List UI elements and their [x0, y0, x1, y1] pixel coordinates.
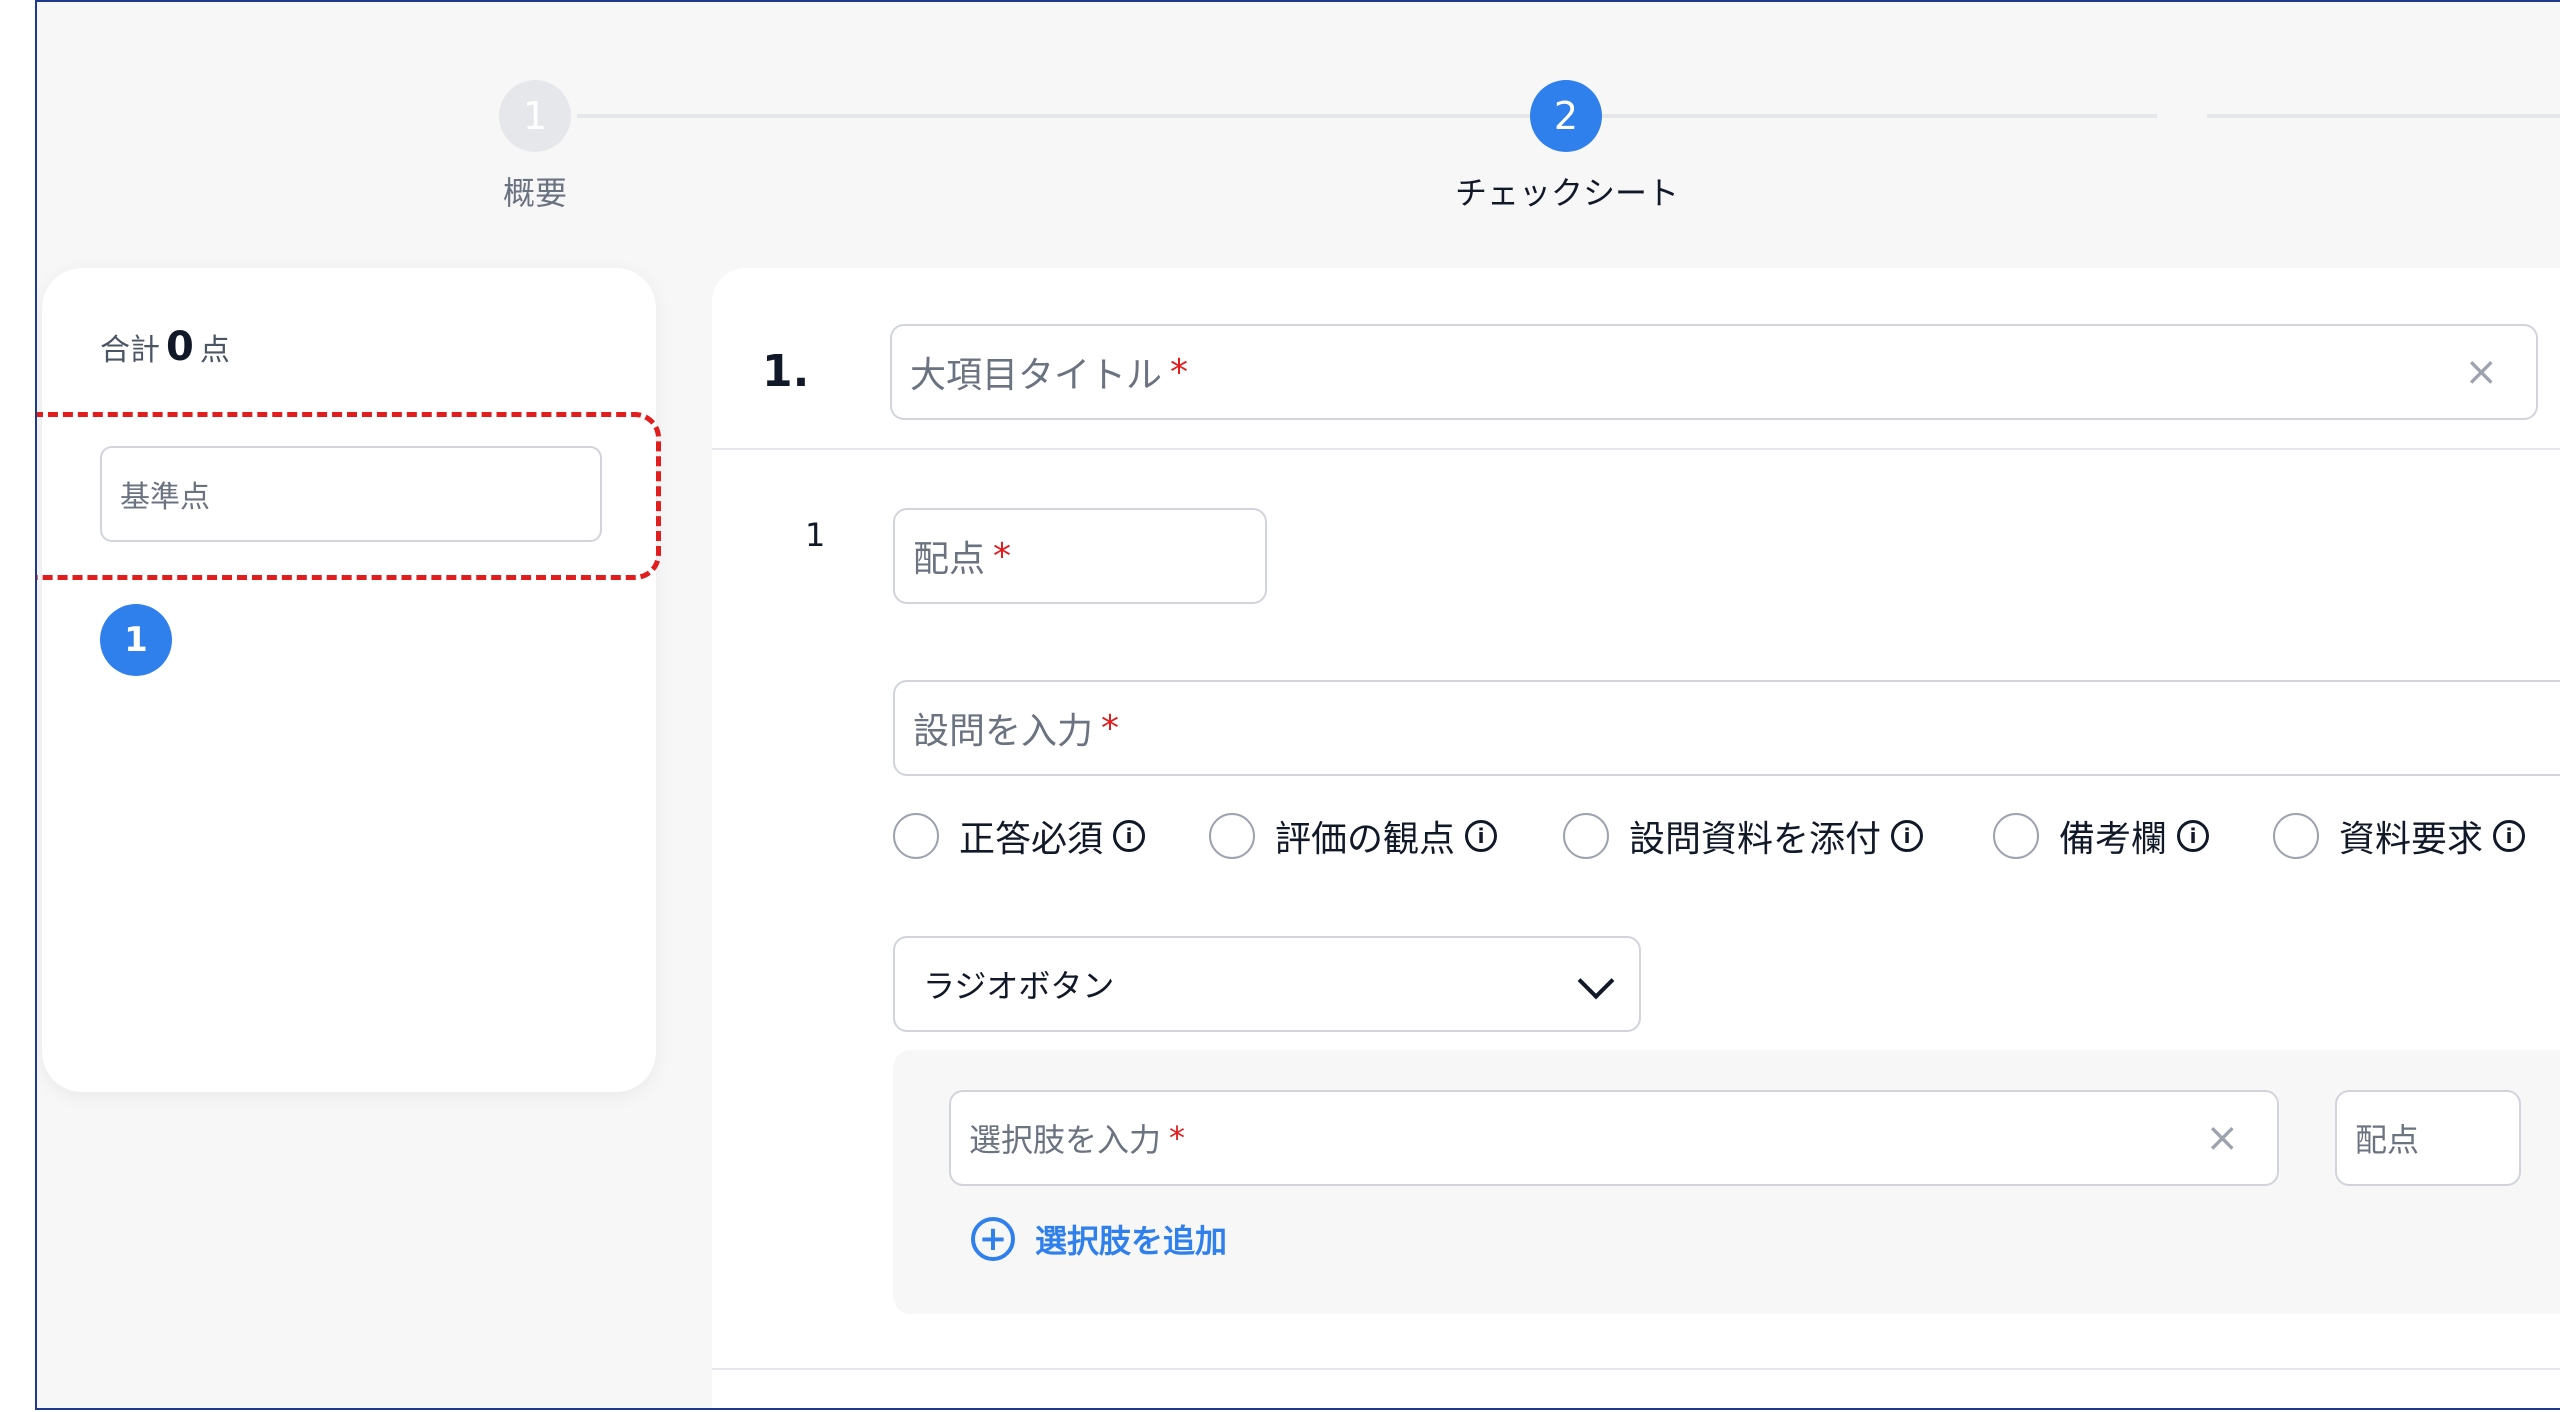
option-label: 備考欄 — [2059, 819, 2168, 860]
option-label: 評価の観点 — [1275, 819, 1456, 860]
required-mark: * — [993, 535, 1012, 577]
base-score-placeholder: 基準点 — [120, 480, 210, 515]
material-request-checkbox[interactable] — [2273, 813, 2319, 859]
clear-icon[interactable]: × — [2464, 349, 2498, 395]
add-choice-label: 選択肢を追加 — [1035, 1222, 1228, 1260]
choice-score-placeholder: 配点 — [2355, 1121, 2420, 1159]
section-title-placeholder: 大項目タイトル — [910, 355, 1163, 396]
choice-placeholder: 選択肢を入力 — [969, 1121, 1162, 1159]
option-label: 正答必須 — [959, 819, 1104, 860]
section-number: 1. — [762, 346, 810, 397]
total-score: 合計 0 点 — [100, 324, 230, 370]
choice-text-input[interactable]: 選択肢を入力 * × — [949, 1090, 2279, 1186]
attach-material-checkbox[interactable] — [1563, 813, 1609, 859]
option-label: 設問資料を添付 — [1629, 819, 1882, 860]
section-nav-badge[interactable]: 1 — [100, 604, 172, 676]
option-material-request[interactable]: 資料要求 i — [2273, 810, 2526, 862]
question-score-input[interactable]: 配点 * — [893, 508, 1267, 604]
option-evaluation-viewpoint[interactable]: 評価の観点 i — [1209, 810, 1498, 862]
clear-icon[interactable]: × — [2205, 1115, 2239, 1161]
base-score-input[interactable]: 基準点 — [100, 446, 602, 542]
info-icon[interactable]: i — [1113, 820, 1146, 852]
app-frame: 1 概要 2 チェックシート 合計 0 点 基準点 1 1. 大項目タイトル *… — [35, 0, 2560, 1410]
score-summary-card: 合計 0 点 基準点 1 — [37, 268, 661, 1092]
question-number: 1 — [805, 516, 826, 554]
section-divider — [712, 448, 2560, 450]
answer-type-value: ラジオボタン — [923, 967, 1115, 1005]
checksheet-editor: 1. 大項目タイトル * × 1 配点 * 設問を入力 * 正答必須 i 評価の… — [712, 268, 2560, 1408]
evaluation-viewpoint-checkbox[interactable] — [1209, 813, 1255, 859]
option-attach-material[interactable]: 設問資料を添付 i — [1563, 810, 1924, 862]
step-2-circle[interactable]: 2 — [1530, 80, 1602, 152]
info-icon[interactable]: i — [1465, 820, 1498, 852]
chevron-down-icon — [1577, 962, 1615, 1000]
add-choice-button[interactable]: + 選択肢を追加 — [971, 1216, 1227, 1262]
info-icon[interactable]: i — [2493, 820, 2526, 852]
option-remarks[interactable]: 備考欄 i — [1993, 810, 2210, 862]
step-2-label: チェックシート — [1454, 174, 1679, 212]
remarks-checkbox[interactable] — [1993, 813, 2039, 859]
total-value: 0 — [166, 324, 194, 370]
info-icon[interactable]: i — [1891, 820, 1924, 852]
stepper-line-next — [2207, 114, 2560, 118]
choices-panel: 選択肢を入力 * × 配点 + 選択肢を追加 — [893, 1050, 2560, 1314]
required-mark: * — [1170, 351, 1189, 393]
step-1-circle[interactable]: 1 — [499, 80, 571, 152]
required-mark: * — [1169, 1119, 1186, 1157]
section-title-input[interactable]: 大項目タイトル * × — [890, 324, 2538, 420]
option-label: 資料要求 — [2339, 819, 2484, 860]
choice-score-input[interactable]: 配点 — [2335, 1090, 2521, 1186]
question-text-input[interactable]: 設問を入力 * — [893, 680, 2560, 776]
answer-type-select[interactable]: ラジオボタン — [893, 936, 1641, 1032]
step-1-label: 概要 — [502, 174, 567, 212]
question-text-placeholder: 設問を入力 — [913, 711, 1094, 752]
stepper-line — [577, 114, 2157, 118]
question-score-placeholder: 配点 — [913, 539, 986, 580]
plus-circle-icon: + — [971, 1217, 1015, 1261]
question-divider — [712, 1368, 2560, 1370]
option-answer-required[interactable]: 正答必須 i — [893, 810, 1146, 862]
info-icon[interactable]: i — [2177, 820, 2210, 852]
total-prefix: 合計 — [100, 333, 160, 368]
answer-required-checkbox[interactable] — [893, 813, 939, 859]
total-suffix: 点 — [199, 333, 230, 368]
required-mark: * — [1101, 707, 1120, 749]
